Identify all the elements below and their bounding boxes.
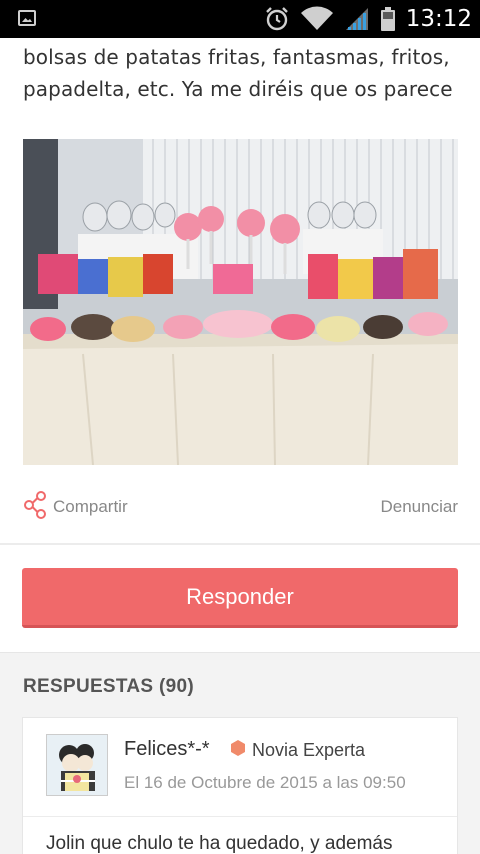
user-badge: Novia Experta	[231, 740, 365, 761]
reply-button[interactable]: Responder	[22, 568, 458, 628]
replies-header: RESPUESTAS (90)	[23, 676, 194, 697]
battery-icon	[380, 6, 396, 32]
post-photo[interactable]	[23, 139, 458, 465]
reply-author[interactable]: Felices*-*	[124, 738, 210, 761]
wifi-icon	[300, 6, 334, 32]
reply-date: El 16 de Octubre de 2015 a las 09:50	[124, 773, 406, 792]
alarm-icon	[264, 6, 290, 32]
clock-time: 13:12	[405, 6, 472, 32]
status-bar: 13:12	[0, 0, 480, 38]
share-label: Compartir	[53, 497, 128, 516]
post-text: bolsas de patatas fritas, fantasmas, fri…	[23, 41, 463, 105]
share-icon	[23, 490, 47, 524]
candy-table-image	[23, 139, 458, 465]
gallery-icon	[18, 10, 36, 26]
report-link[interactable]: Denunciar	[381, 497, 459, 517]
post-text-line: papadelta, etc. Ya me diréis que os pare…	[23, 77, 453, 101]
avatar[interactable]	[46, 734, 108, 796]
post-actions: Compartir Denunciar	[23, 490, 458, 524]
replies-section: RESPUESTAS (90) Felices*-* Novia Experta…	[0, 652, 480, 854]
divider	[23, 816, 457, 817]
badge-label: Novia Experta	[252, 740, 366, 760]
divider	[0, 543, 480, 545]
share-button[interactable]: Compartir	[23, 490, 128, 524]
hexagon-icon	[231, 740, 245, 761]
reply-text: Jolin que chulo te ha quedado, y además	[46, 833, 393, 854]
post-text-line: bolsas de patatas fritas, fantasmas, fri…	[23, 45, 450, 69]
reply-card: Felices*-* Novia Experta El 16 de Octubr…	[22, 717, 458, 854]
signal-icon	[344, 6, 370, 32]
